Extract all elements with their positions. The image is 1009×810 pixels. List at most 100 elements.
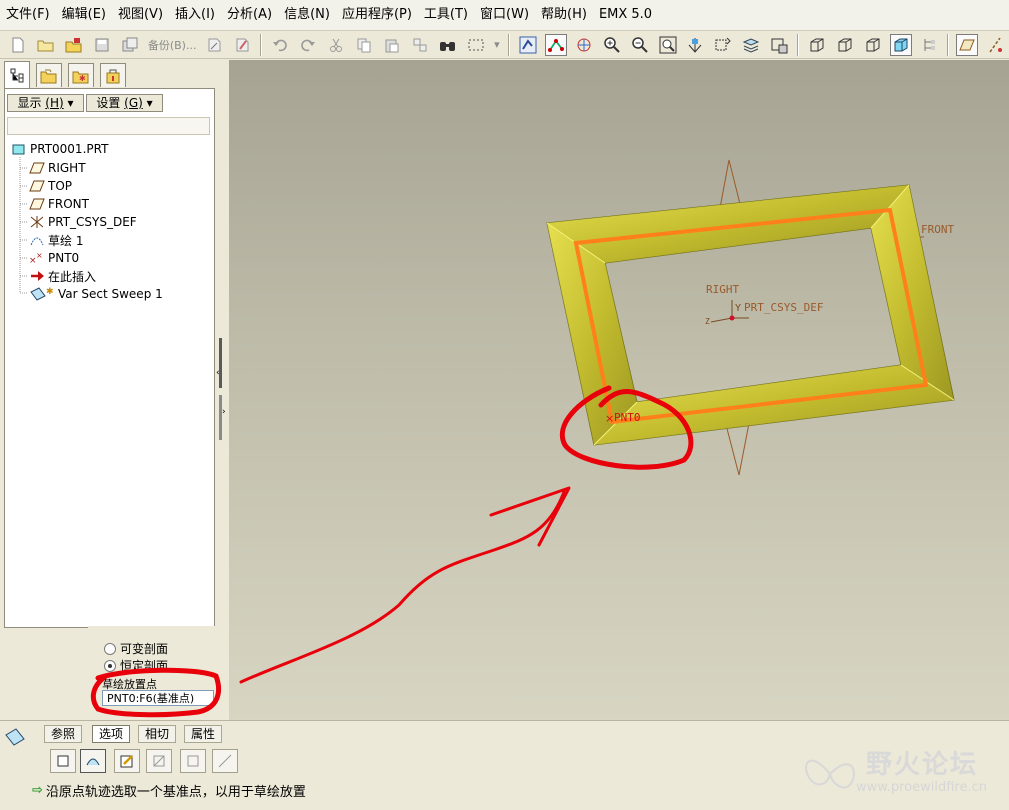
datum-display-icon[interactable] — [544, 33, 567, 56]
cut-icon[interactable] — [325, 34, 347, 56]
status-message: 沿原点轨迹选取一个基准点，以用于草绘放置 — [45, 784, 306, 800]
watermark-url: www.proewildfire.cn — [856, 780, 987, 795]
undo-icon[interactable] — [269, 34, 291, 56]
save-icon[interactable] — [91, 34, 113, 56]
tree-item-part[interactable]: PRT0001.PRT — [11, 140, 108, 158]
wireframe-icon[interactable] — [806, 34, 828, 56]
tab-properties[interactable]: 属性 — [184, 725, 223, 743]
toolbar-separator — [507, 33, 510, 56]
tab-folder-browser[interactable] — [36, 63, 62, 87]
tab-connections[interactable] — [100, 63, 126, 87]
redo-icon[interactable] — [297, 34, 319, 56]
tab-model-tree[interactable] — [4, 61, 30, 88]
paste-icon[interactable] — [381, 34, 403, 56]
tree-item-var-sect-sweep[interactable]: ✱ Var Sect Sweep 1 — [29, 285, 163, 303]
reorient-icon[interactable] — [685, 34, 707, 56]
settings-dropdown[interactable]: 设置 (G) ▾ — [86, 94, 163, 112]
zoom-out-icon[interactable] — [629, 34, 651, 56]
part-icon — [11, 142, 27, 156]
open-icon[interactable] — [35, 34, 57, 56]
right-label: RIGHT — [706, 283, 739, 296]
menu-analysis[interactable]: 分析(A) — [221, 0, 278, 30]
tree-item-right[interactable]: RIGHT — [29, 159, 86, 177]
axis-y-label: Y — [735, 303, 741, 314]
save-copy-icon[interactable] — [119, 34, 141, 56]
svg-text:✱: ✱ — [46, 287, 54, 297]
surface-icon[interactable] — [80, 749, 106, 773]
navigator-tabs: ✱ — [0, 60, 230, 88]
tree-item-insert-here[interactable]: 在此插入 — [29, 267, 96, 285]
menu-window[interactable]: 窗口(W) — [474, 0, 535, 30]
regenerate-icon[interactable] — [517, 34, 539, 56]
box-select-icon[interactable] — [465, 34, 487, 56]
menu-insert[interactable]: 插入(I) — [169, 0, 221, 30]
radio-variable-section[interactable] — [104, 642, 116, 655]
show-dropdown[interactable]: 显示 (H) ▾ — [7, 94, 84, 112]
svg-text:×: × — [36, 251, 43, 260]
menu-info[interactable]: 信息(N) — [278, 0, 336, 30]
tree-item-pnt0[interactable]: × × PNT0 — [29, 249, 79, 267]
splitter-grip[interactable] — [219, 338, 222, 388]
solid-icon[interactable] — [50, 749, 76, 773]
tree-item-top[interactable]: TOP — [29, 177, 72, 195]
annotation-arrow — [239, 490, 566, 684]
shading-icon[interactable] — [890, 33, 913, 56]
model-tree-icon[interactable] — [918, 34, 940, 56]
thicken-icon[interactable] — [180, 749, 206, 773]
sketch-edit-icon[interactable] — [114, 749, 140, 773]
select-dir-icon[interactable] — [63, 34, 85, 56]
tree-item-csys[interactable]: PRT_CSYS_DEF — [29, 213, 137, 231]
menu-emx[interactable]: EMX 5.0 — [593, 0, 658, 30]
tab-tangency[interactable]: 相切 — [138, 725, 177, 743]
datum-axis-icon[interactable] — [984, 34, 1006, 56]
datum-plane-icon[interactable] — [956, 33, 979, 56]
datum-plane-icon — [29, 179, 45, 193]
flip-icon[interactable] — [212, 749, 238, 773]
spin-center-icon[interactable] — [573, 34, 595, 56]
toolbar-separator — [947, 33, 950, 56]
menu-edit[interactable]: 编辑(E) — [56, 0, 112, 30]
option-variable-section[interactable]: 可变剖面 — [104, 640, 168, 657]
insert-here-arrow-icon — [29, 269, 45, 283]
tab-options[interactable]: 选项 — [92, 725, 131, 743]
sketch-icon — [29, 233, 45, 247]
csys-icon — [29, 215, 45, 229]
settings-label: 设置 — [96, 96, 121, 110]
new-icon[interactable] — [7, 34, 29, 56]
tree-item-label: PRT0001.PRT — [30, 142, 109, 156]
splitter-grip[interactable] — [219, 395, 222, 440]
panel-splitter[interactable]: ‹ › — [216, 60, 229, 720]
tab-favorites[interactable]: ✱ — [68, 63, 94, 87]
layers-icon[interactable] — [740, 34, 762, 56]
tree-item-front[interactable]: FRONT — [29, 195, 89, 213]
menu-applications[interactable]: 应用程序(P) — [336, 0, 418, 30]
tab-references[interactable]: 参照 — [44, 725, 83, 743]
pnt0-label: PNT0 — [614, 411, 641, 424]
graphics-window[interactable]: FRONT RIGHT Y PRT_CSYS_DEF Z × PNT0 — [229, 60, 1009, 720]
no-hidden-icon[interactable] — [862, 34, 884, 56]
find-icon[interactable] — [437, 34, 459, 56]
hidden-line-icon[interactable] — [834, 34, 856, 56]
datum-point-marker[interactable]: × — [605, 412, 614, 425]
tree-item-sketch[interactable]: 草绘 1 — [29, 231, 83, 249]
dropdown-arrow-icon[interactable]: ▾ — [494, 38, 500, 51]
expand-arrow-icon[interactable]: › — [222, 407, 226, 417]
menu-help[interactable]: 帮助(H) — [535, 0, 593, 30]
menu-view[interactable]: 视图(V) — [112, 0, 169, 30]
backup-button[interactable]: 备份(B)... — [148, 37, 197, 53]
view-list-icon[interactable] — [712, 34, 734, 56]
copy-icon[interactable] — [353, 34, 375, 56]
view-manager-icon[interactable] — [768, 34, 790, 56]
zoom-in-icon[interactable] — [601, 34, 623, 56]
model-canvas[interactable]: FRONT RIGHT Y PRT_CSYS_DEF Z × PNT0 — [229, 60, 1009, 720]
rename-icon[interactable] — [203, 34, 225, 56]
tree-item-label: PNT0 — [48, 251, 80, 265]
erase-icon[interactable] — [231, 34, 253, 56]
remove-material-icon[interactable] — [146, 749, 172, 773]
paste-special-icon[interactable] — [409, 34, 431, 56]
refit-icon[interactable] — [657, 34, 679, 56]
collapse-arrow-icon[interactable]: ‹ — [216, 368, 220, 378]
menu-file[interactable]: 文件(F) — [0, 0, 56, 30]
menu-tools[interactable]: 工具(T) — [418, 0, 474, 30]
settings-mnemonic: (G) — [124, 96, 143, 110]
